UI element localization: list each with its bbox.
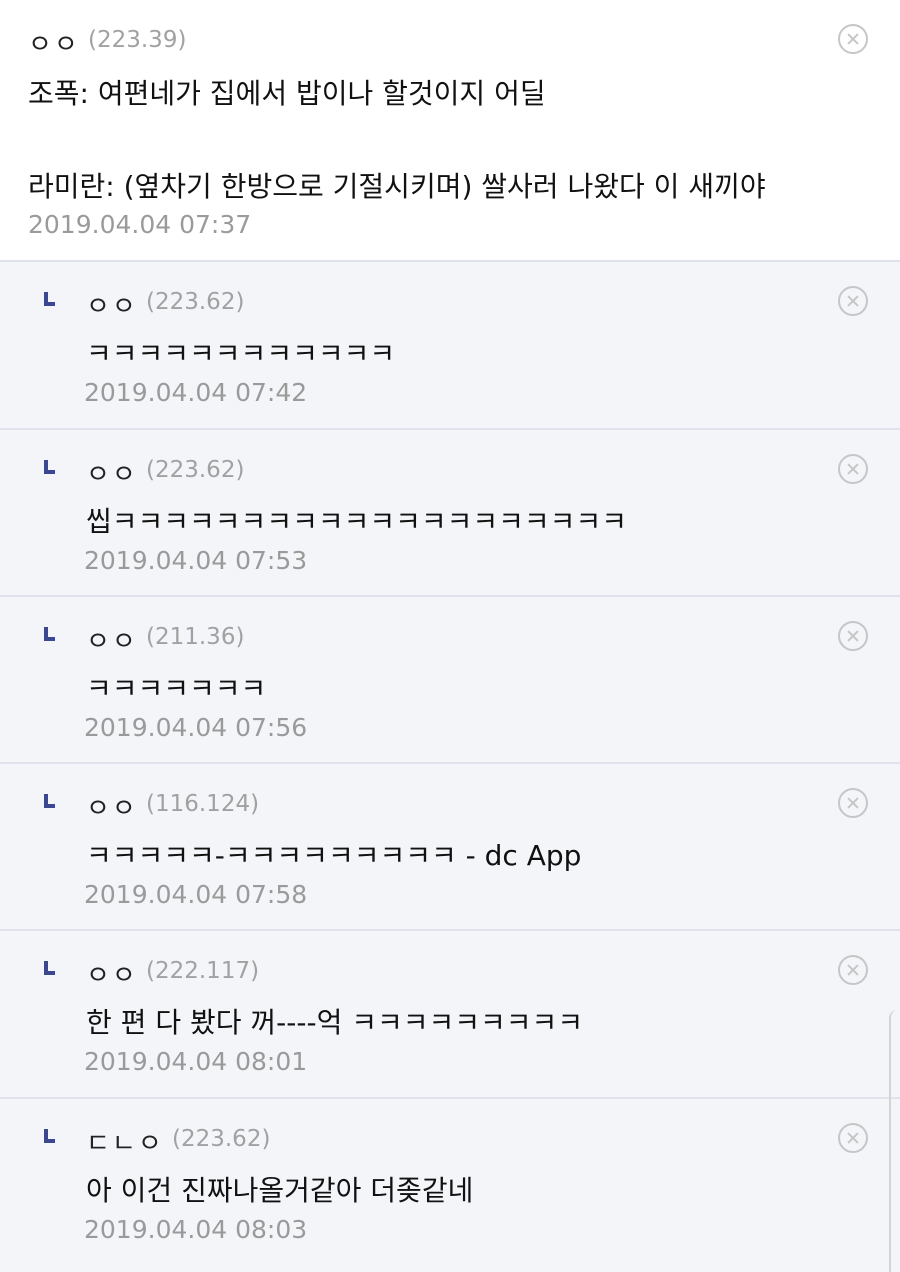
comment-text-line1: 조폭: 여편네가 집에서 밥이나 할것이지 어딜 (28, 77, 546, 110)
reply-ip: (223.62) (146, 457, 245, 483)
delete-icon[interactable] (838, 788, 868, 818)
reply-text: ㅋㅋㅋㅋㅋ-ㅋㅋㅋㅋㅋㅋㅋㅋㅋ - dc App (86, 839, 582, 872)
reply-nickname[interactable]: ㅇㅇ (86, 788, 138, 825)
reply-item: ㅇㅇ (116.124) ㅋㅋㅋㅋㅋ-ㅋㅋㅋㅋㅋㅋㅋㅋㅋ - dc App 20… (0, 764, 900, 931)
delete-icon[interactable] (838, 955, 868, 985)
delete-icon[interactable] (838, 24, 868, 54)
reply-text: 아 이건 진짜나올거같아 더좆같네 (86, 1174, 474, 1207)
comment-text-line2: 라미란: (옆차기 한방으로 기절시키며) 쌀사러 나왔다 이 새끼야 (28, 170, 766, 203)
comment-nickname[interactable]: ㅇㅇ (28, 24, 80, 61)
reply-ip: (211.36) (146, 624, 245, 650)
delete-icon[interactable] (838, 454, 868, 484)
reply-nickname[interactable]: ㅇㅇ (86, 621, 138, 658)
reply-date: 2019.04.04 08:03 (84, 1215, 308, 1244)
reply-corner-icon (44, 627, 55, 641)
comment-ip: (223.39) (88, 27, 187, 53)
reply-item: ㅇㅇ (223.62) 씹ㅋㅋㅋㅋㅋㅋㅋㅋㅋㅋㅋㅋㅋㅋㅋㅋㅋㅋㅋㅋ 2019.0… (0, 430, 900, 597)
reply-text: ㅋㅋㅋㅋㅋㅋㅋ (86, 672, 267, 705)
reply-date: 2019.04.04 07:58 (84, 880, 308, 909)
reply-date: 2019.04.04 07:42 (84, 378, 308, 407)
reply-item: ㅇㅇ (222.117) 한 편 다 봤다 꺼----억 ㅋㅋㅋㅋㅋㅋㅋㅋㅋ 2… (0, 931, 900, 1099)
reply-item: ㅇㅇ (223.62) ㅋㅋㅋㅋㅋㅋㅋㅋㅋㅋㅋㅋ 2019.04.04 07:4… (0, 262, 900, 430)
reply-ip: (116.124) (146, 791, 260, 817)
reply-date: 2019.04.04 08:01 (84, 1047, 308, 1076)
reply-item: ㄷㄴㅇ (223.62) 아 이건 진짜나올거같아 더좆같네 2019.04.0… (0, 1099, 900, 1272)
delete-icon[interactable] (838, 286, 868, 316)
comment-date: 2019.04.04 07:37 (28, 210, 252, 239)
reply-ip: (223.62) (146, 289, 245, 315)
reply-corner-icon (44, 292, 55, 306)
reply-text: 한 편 다 봤다 꺼----억 ㅋㅋㅋㅋㅋㅋㅋㅋㅋ (86, 1006, 584, 1039)
scrollbar[interactable] (889, 1010, 897, 1272)
delete-icon[interactable] (838, 1123, 868, 1153)
reply-nickname[interactable]: ㅇㅇ (86, 955, 138, 992)
reply-nickname[interactable]: ㅇㅇ (86, 454, 138, 491)
reply-item: ㅇㅇ (211.36) ㅋㅋㅋㅋㅋㅋㅋ 2019.04.04 07:56 (0, 597, 900, 764)
reply-ip: (223.62) (172, 1126, 271, 1152)
reply-corner-icon (44, 961, 55, 975)
reply-corner-icon (44, 794, 55, 808)
reply-date: 2019.04.04 07:53 (84, 546, 308, 575)
delete-icon[interactable] (838, 621, 868, 651)
reply-nickname[interactable]: ㅇㅇ (86, 286, 138, 323)
reply-corner-icon (44, 460, 55, 474)
reply-nickname[interactable]: ㄷㄴㅇ (86, 1123, 164, 1160)
reply-ip: (222.117) (146, 958, 260, 984)
reply-text: ㅋㅋㅋㅋㅋㅋㅋㅋㅋㅋㅋㅋ (86, 337, 396, 370)
reply-corner-icon (44, 1129, 55, 1143)
reply-text: 씹ㅋㅋㅋㅋㅋㅋㅋㅋㅋㅋㅋㅋㅋㅋㅋㅋㅋㅋㅋㅋ (86, 505, 627, 538)
reply-date: 2019.04.04 07:56 (84, 713, 308, 742)
comment-main: ㅇㅇ (223.39) 조폭: 여편네가 집에서 밥이나 할것이지 어딜 라미란… (0, 0, 900, 262)
